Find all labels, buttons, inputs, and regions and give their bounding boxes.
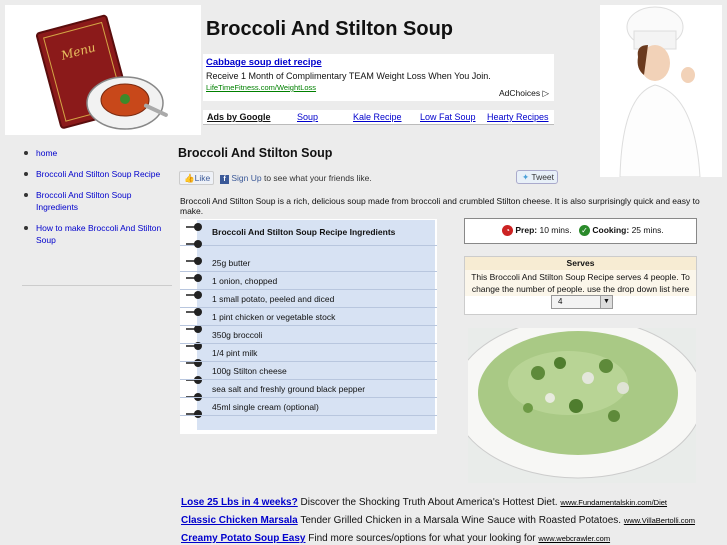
chevron-down-icon: ▼ (600, 296, 612, 308)
ad-links-bar: Ads by Google Soup Kale Recipe Low Fat S… (203, 110, 554, 125)
bottom-ad-title[interactable]: Creamy Potato Soup Easy (181, 533, 305, 544)
prep-time: ◔ Prep: 10 mins. (502, 225, 572, 237)
soup-photo (468, 328, 696, 483)
serves-select[interactable]: 4 ▼ (551, 295, 613, 309)
adchoices-icon: ▷ (542, 88, 549, 98)
serves-heading: Serves (465, 257, 696, 270)
signup-text: to see what your friends like. (261, 173, 372, 183)
site-logo[interactable]: Menu (5, 5, 201, 135)
ads-by-google-label[interactable]: Ads by Google (207, 112, 271, 122)
ad-link-hearty-recipes[interactable]: Hearty Recipes (487, 112, 549, 122)
spiral-ring (186, 291, 208, 299)
ingredient-item: 1/4 pint milk (212, 348, 258, 358)
ad-title-link[interactable]: Cabbage soup diet recipe (206, 57, 551, 68)
cooking-time: ✓ Cooking: 25 mins. (579, 225, 664, 237)
bottom-ad: Creamy Potato Soup Easy Find more source… (181, 533, 610, 544)
bottom-ad: Classic Chicken Marsala Tender Grilled C… (181, 515, 695, 526)
facebook-signup: f Sign Up to see what your friends like. (220, 173, 372, 184)
checkmark-icon: ✓ (579, 225, 590, 237)
ingredient-item: 100g Stilton cheese (212, 366, 287, 376)
bottom-ad-title[interactable]: Classic Chicken Marsala (181, 515, 298, 526)
bottom-ad-text: Find more sources/options for what your … (305, 533, 539, 544)
signup-link[interactable]: Sign Up (231, 173, 261, 183)
bottom-ad-url[interactable]: www.VillaBertolli.com (624, 516, 695, 525)
intro-paragraph: Broccoli And Stilton Soup is a rich, del… (180, 196, 700, 216)
bottom-ad-text: Discover the Shocking Truth About Americ… (297, 497, 561, 508)
sidebar-item-ingredients[interactable]: Broccoli And Stilton Soup Ingredients (22, 189, 167, 213)
sidebar-nav: home Broccoli And Stilton Soup Recipe Br… (22, 147, 167, 255)
spiral-ring (186, 376, 208, 384)
tweet-button[interactable]: ✦ Tweet (516, 170, 558, 184)
ingredient-item: 350g broccoli (212, 330, 263, 340)
spiral-ring (186, 223, 208, 231)
spiral-ring (186, 257, 208, 265)
serves-text: This Broccoli And Stilton Soup Recipe se… (465, 270, 696, 296)
top-ad[interactable]: Cabbage soup diet recipe Receive 1 Month… (203, 54, 554, 101)
spiral-ring (186, 274, 208, 282)
menu-book-icon: Menu (35, 14, 168, 130)
twitter-bird-icon: ✦ (522, 172, 530, 182)
site-title: Broccoli And Stilton Soup (206, 18, 454, 40)
sidebar-item-how-to-make[interactable]: How to make Broccoli And Stilton Soup (22, 222, 167, 246)
spiral-ring (186, 325, 208, 333)
ingredients-title: Broccoli And Stilton Soup Recipe Ingredi… (212, 227, 396, 237)
ingredient-item: 1 small potato, peeled and diced (212, 294, 335, 304)
serves-box: Serves This Broccoli And Stilton Soup Re… (464, 256, 697, 315)
sidebar-item-home[interactable]: home (22, 147, 167, 159)
sidebar-divider (22, 285, 172, 286)
chef-image (600, 5, 722, 177)
ingredient-item: 45ml single cream (optional) (212, 402, 319, 412)
spiral-ring (186, 410, 208, 418)
ad-text: Receive 1 Month of Complimentary TEAM We… (206, 71, 491, 81)
ad-link-low-fat-soup[interactable]: Low Fat Soup (420, 112, 476, 122)
adchoices-link[interactable]: AdChoices ▷ (499, 88, 549, 99)
prep-cook-times: ◔ Prep: 10 mins. ✓ Cooking: 25 mins. (464, 218, 697, 244)
bottom-ad-url[interactable]: www.Fundamentalskin.com/Diet (560, 498, 667, 507)
bottom-ad-url[interactable]: www.webcrawler.com (538, 534, 610, 543)
bottom-ad-text: Tender Grilled Chicken in a Marsala Wine… (297, 515, 624, 526)
bottom-ad: Lose 25 Lbs in 4 weeks? Discover the Sho… (181, 497, 667, 508)
ad-link-kale-recipe[interactable]: Kale Recipe (353, 112, 402, 122)
facebook-like-button[interactable]: 👍Like (179, 171, 214, 185)
ingredient-item: 1 onion, chopped (212, 276, 278, 286)
ingredient-item: sea salt and freshly ground black pepper (212, 384, 366, 394)
bottom-ad-title[interactable]: Lose 25 Lbs in 4 weeks? (181, 497, 298, 508)
spiral-ring (186, 240, 208, 248)
clock-icon: ◔ (502, 225, 513, 237)
thumbs-up-icon: 👍 (184, 173, 195, 183)
page-heading: Broccoli And Stilton Soup (178, 146, 333, 160)
ad-link-soup[interactable]: Soup (297, 112, 318, 122)
facebook-icon: f (220, 175, 229, 184)
sidebar-item-recipe[interactable]: Broccoli And Stilton Soup Recipe (22, 168, 167, 180)
spiral-ring (186, 308, 208, 316)
ingredient-item: 25g butter (212, 258, 251, 268)
ingredient-item: 1 pint chicken or vegetable stock (212, 312, 336, 322)
ingredients-title-line (180, 245, 437, 246)
